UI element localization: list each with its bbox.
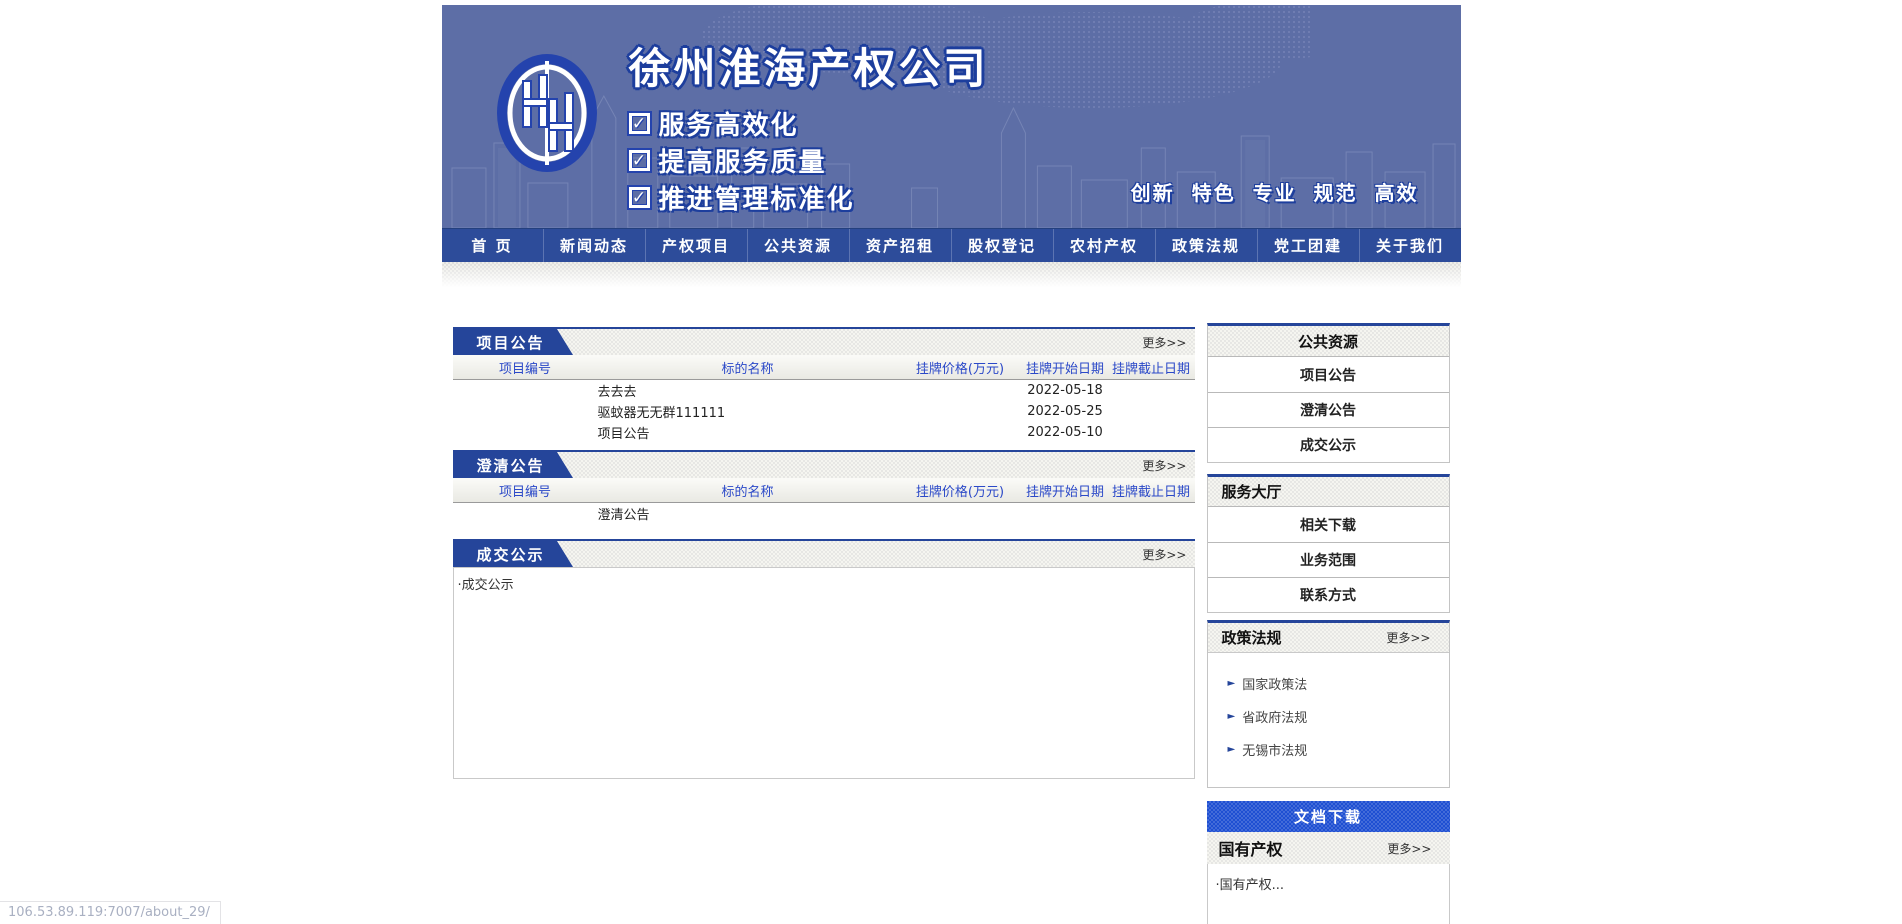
state-owned-header: 国有产权 更多>> — [1207, 832, 1450, 864]
nav-item-home[interactable]: 首 页 — [442, 229, 543, 262]
check-icon: ✓ — [629, 113, 650, 134]
check-icon: ✓ — [629, 187, 650, 208]
service-hall-title: 服务大厅 — [1208, 477, 1449, 507]
table-row: 去去去 2022-05-18 — [453, 380, 1195, 401]
col-subject-name: 标的名称 — [598, 358, 898, 377]
clarification-table-header: 项目编号 标的名称 挂牌价格(万元) 挂牌开始日期 挂牌截止日期 — [453, 478, 1195, 503]
sidebar-item-project-announcements[interactable]: 项目公告 — [1208, 357, 1449, 392]
sidebar: 公共资源 项目公告 澄清公告 成交公示 服务大厅 相关下载 业务范围 联系方式 … — [1207, 323, 1450, 924]
slogan-text: 推进管理标准化 — [659, 179, 855, 216]
col-start-date: 挂牌开始日期 — [1023, 481, 1108, 500]
policies-more-link[interactable]: 更多>> — [1386, 629, 1430, 646]
slogan-text: 服务高效化 — [659, 105, 799, 142]
slogan-text: 提高服务质量 — [659, 142, 827, 179]
nav-item-about-us[interactable]: 关于我们 — [1359, 229, 1461, 262]
sidebar-item-clarification-announcements[interactable]: 澄清公告 — [1208, 392, 1449, 427]
nav-item-rural-property[interactable]: 农村产权 — [1053, 229, 1155, 262]
policy-item-label: 省政府法规 — [1242, 707, 1307, 726]
state-owned-title: 国有产权 — [1219, 836, 1283, 860]
banner-motto: 创新 特色 专业 规范 高效 — [1131, 177, 1419, 206]
deal-publicity-box: ·成交公示 — [453, 567, 1195, 779]
project-table-header: 项目编号 标的名称 挂牌价格(万元) 挂牌开始日期 挂牌截止日期 — [453, 355, 1195, 380]
state-owned-item[interactable]: ·国有产权... — [1216, 878, 1285, 893]
col-end-date: 挂牌截止日期 — [1108, 358, 1195, 377]
company-logo — [497, 53, 597, 173]
deal-publicity-item[interactable]: ·成交公示 — [458, 578, 514, 593]
slogan-item: ✓ 提高服务质量 — [629, 142, 855, 179]
nav-item-policies[interactable]: 政策法规 — [1155, 229, 1257, 262]
announcements-column: 项目公告 更多>> 项目编号 标的名称 挂牌价格(万元) 挂牌开始日期 挂牌截止… — [453, 327, 1195, 924]
public-resources-box: 公共资源 项目公告 澄清公告 成交公示 — [1207, 323, 1450, 463]
sidebar-item-business-scope[interactable]: 业务范围 — [1208, 542, 1449, 577]
policies-box: 政策法规 更多>> ► 国家政策法 ► 省政府法规 ► 无锡市法规 — [1207, 620, 1450, 788]
policy-item-provincial[interactable]: ► 省政府法规 — [1228, 707, 1449, 726]
table-row: 驱蚊器无无群111111 2022-05-25 — [453, 401, 1195, 422]
project-more-link[interactable]: 更多>> — [1142, 334, 1186, 351]
state-owned-box: ·国有产权... — [1207, 864, 1450, 924]
policy-item-national[interactable]: ► 国家政策法 — [1228, 674, 1449, 693]
col-project-number: 项目编号 — [453, 358, 598, 377]
cell-subject-name[interactable]: 驱蚊器无无群111111 — [598, 402, 898, 421]
nav-shadow-strip — [442, 262, 1461, 290]
slogan-item: ✓ 服务高效化 — [629, 105, 855, 142]
nav-item-news[interactable]: 新闻动态 — [543, 229, 645, 262]
col-end-date: 挂牌截止日期 — [1108, 481, 1195, 500]
clarification-announcements-header: 澄清公告 更多>> — [453, 450, 1195, 478]
policies-list: ► 国家政策法 ► 省政府法规 ► 无锡市法规 — [1208, 653, 1449, 787]
policy-item-label: 国家政策法 — [1242, 674, 1307, 693]
col-listing-price: 挂牌价格(万元) — [898, 358, 1023, 377]
col-listing-price: 挂牌价格(万元) — [898, 481, 1023, 500]
cell-start-date: 2022-05-18 — [1023, 383, 1108, 398]
arrow-bullet-icon: ► — [1228, 678, 1236, 689]
sidebar-item-deal-publicity[interactable]: 成交公示 — [1208, 427, 1449, 462]
check-icon: ✓ — [629, 150, 650, 171]
deal-more-link[interactable]: 更多>> — [1142, 546, 1186, 563]
clarification-announcements-tab: 澄清公告 — [453, 452, 557, 478]
col-start-date: 挂牌开始日期 — [1023, 358, 1108, 377]
service-hall-box: 服务大厅 相关下载 业务范围 联系方式 — [1207, 474, 1450, 613]
table-row: 项目公告 2022-05-10 — [453, 422, 1195, 443]
cell-subject-name[interactable]: 澄清公告 — [598, 504, 898, 523]
browser-status-url: 106.53.89.119:7007/about_29/ — [0, 901, 221, 924]
header-banner: 徐州淮海产权公司 ✓ 服务高效化 ✓ 提高服务质量 ✓ 推进管理标准化 创新 特… — [442, 5, 1461, 228]
arrow-bullet-icon: ► — [1228, 744, 1236, 755]
table-row: 澄清公告 — [453, 503, 1195, 524]
nav-item-public-resources[interactable]: 公共资源 — [747, 229, 849, 262]
nav-item-property-projects[interactable]: 产权项目 — [645, 229, 747, 262]
cell-start-date: 2022-05-10 — [1023, 425, 1108, 440]
policies-title: 政策法规 — [1222, 627, 1282, 648]
policy-item-label: 无锡市法规 — [1242, 740, 1307, 759]
nav-item-asset-leasing[interactable]: 资产招租 — [849, 229, 951, 262]
cell-subject-name[interactable]: 项目公告 — [598, 423, 898, 442]
main-nav: 首 页 新闻动态 产权项目 公共资源 资产招租 股权登记 农村产权 政策法规 党… — [442, 228, 1461, 262]
page-container: 徐州淮海产权公司 ✓ 服务高效化 ✓ 提高服务质量 ✓ 推进管理标准化 创新 特… — [442, 5, 1461, 924]
policies-header: 政策法规 更多>> — [1208, 623, 1449, 653]
public-resources-title: 公共资源 — [1208, 326, 1449, 357]
deal-publicity-tab: 成交公示 — [453, 541, 557, 567]
sidebar-item-downloads[interactable]: 相关下载 — [1208, 507, 1449, 542]
project-announcements-header: 项目公告 更多>> — [453, 327, 1195, 355]
slogan-item: ✓ 推进管理标准化 — [629, 179, 855, 216]
state-owned-more-link[interactable]: 更多>> — [1387, 840, 1431, 857]
main-content: 项目公告 更多>> 项目编号 标的名称 挂牌价格(万元) 挂牌开始日期 挂牌截止… — [442, 327, 1461, 924]
deal-publicity-header: 成交公示 更多>> — [453, 539, 1195, 567]
nav-item-equity-registration[interactable]: 股权登记 — [951, 229, 1053, 262]
cell-subject-name[interactable]: 去去去 — [598, 381, 898, 400]
arrow-bullet-icon: ► — [1228, 711, 1236, 722]
slogan-list: ✓ 服务高效化 ✓ 提高服务质量 ✓ 推进管理标准化 — [629, 105, 855, 216]
policy-item-city[interactable]: ► 无锡市法规 — [1228, 740, 1449, 759]
company-name: 徐州淮海产权公司 — [629, 35, 989, 96]
cell-start-date: 2022-05-25 — [1023, 404, 1108, 419]
sidebar-item-contact[interactable]: 联系方式 — [1208, 577, 1449, 612]
nav-item-party-building[interactable]: 党工团建 — [1257, 229, 1359, 262]
document-download-button[interactable]: 文档下载 — [1207, 801, 1450, 832]
col-project-number: 项目编号 — [453, 481, 598, 500]
project-announcements-tab: 项目公告 — [453, 329, 557, 355]
col-subject-name: 标的名称 — [598, 481, 898, 500]
clarification-more-link[interactable]: 更多>> — [1142, 457, 1186, 474]
